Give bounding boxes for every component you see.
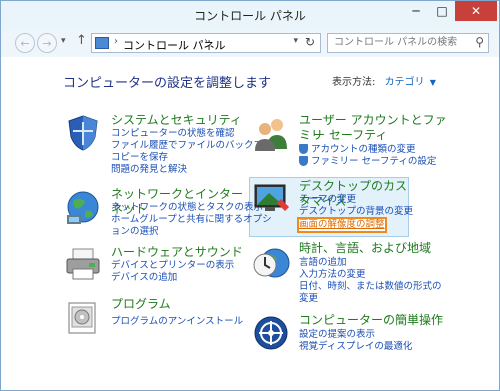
link-check-status[interactable]: コンピューターの状態を確認 (111, 128, 235, 140)
view-by-dropdown[interactable]: カテゴリ (385, 77, 425, 88)
shield-icon (68, 115, 98, 151)
uac-shield-icon (299, 156, 308, 166)
link-optimize-visual-display[interactable]: 視覚ディスプレイの最適化 (299, 341, 412, 353)
link-adjust-screen-resolution[interactable]: 画面の解像度の調整 (297, 217, 387, 233)
main-content: コンピューターの設定を調整します 表示方法: カテゴリ ▼ システムとセキュリテ… (1, 57, 499, 390)
link-change-date-time-format[interactable]: 日付、時刻、または数値の形式の (299, 281, 442, 293)
category-ease-of-access: コンピューターの簡単操作 設定の提案の表示 視覚ディスプレイの最適化 (251, 313, 451, 358)
up-button[interactable]: ↑ (76, 33, 87, 48)
recent-locations-icon[interactable]: ▾ (61, 36, 66, 46)
close-button[interactable]: ✕ (455, 1, 497, 21)
category-title[interactable]: プログラム (111, 297, 171, 312)
control-panel-window: コントロール パネル ─ □ ✕ ← → ▾ ↑ › コントロール パネル › … (0, 0, 500, 391)
forward-button[interactable]: → (37, 33, 57, 53)
link-suggested-settings[interactable]: 設定の提案の表示 (299, 329, 375, 341)
category-title[interactable]: 時計、言語、および地域 (299, 241, 431, 256)
network-globe-icon (67, 191, 99, 224)
link-uninstall-program[interactable]: プログラムのアンインストール (111, 316, 243, 328)
category-hardware-sound: ハードウェアとサウンド デバイスとプリンターの表示 デバイスの追加 (63, 245, 253, 290)
address-bar[interactable]: › コントロール パネル › ▾ ↻ (91, 33, 321, 53)
ease-of-access-icon (254, 316, 288, 350)
category-user-accounts: ユーザー アカウントとファミリ ー セーフティ アカウントの種類の変更 ファミリ… (251, 113, 451, 173)
link-troubleshoot[interactable]: 問題の発見と解決 (111, 164, 187, 176)
link-change-input-method[interactable]: 入力方法の変更 (299, 269, 366, 281)
minimize-button[interactable]: ─ (403, 1, 429, 21)
address-dropdown-icon[interactable]: ▾ (293, 36, 298, 46)
category-system-security: システムとセキュリティ コンピューターの状態を確認 ファイル履歴でファイルのバッ… (63, 113, 282, 188)
navigation-bar: ← → ▾ ↑ › コントロール パネル › ▾ ↻ ⚲ (1, 31, 499, 57)
link-homegroup-sharing[interactable]: ホームグループと共有に関するオプシ (111, 214, 272, 226)
link-add-device[interactable]: デバイスの追加 (111, 272, 177, 284)
uac-shield-icon (299, 144, 308, 154)
link-file-history-backup-cont[interactable]: コピーを保存 (111, 152, 168, 164)
page-title: コンピューターの設定を調整します (63, 76, 272, 91)
users-icon (255, 119, 287, 151)
category-programs: プログラム プログラムのアンインストール (63, 297, 253, 337)
search-icon[interactable]: ⚲ (475, 35, 484, 49)
view-by: 表示方法: カテゴリ ▼ (332, 73, 436, 88)
link-change-theme[interactable]: テーマの変更 (299, 194, 356, 206)
chevron-right-icon[interactable]: › (204, 36, 208, 47)
category-title[interactable]: システムとセキュリティ (111, 113, 242, 128)
category-title-cont[interactable]: ー セーフティ (313, 128, 387, 143)
back-button[interactable]: ← (15, 33, 35, 53)
link-change-account-type[interactable]: アカウントの種類の変更 (311, 144, 416, 156)
monitor-icon (254, 184, 289, 211)
view-by-label: 表示方法: (332, 77, 376, 88)
link-change-desktop-background[interactable]: デスクトップの背景の変更 (299, 206, 413, 218)
category-title[interactable]: ハードウェアとサウンド (111, 245, 243, 260)
chevron-down-icon[interactable]: ▼ (430, 78, 436, 87)
category-network-internet: ネットワークとインターネット ネットワークの状態とタスクの表示 ホームグループと… (63, 187, 272, 247)
link-network-status[interactable]: ネットワークの状態とタスクの表示 (111, 202, 263, 214)
maximize-button[interactable]: □ (429, 1, 455, 21)
search-box[interactable]: ⚲ (327, 33, 489, 53)
control-panel-icon (95, 37, 109, 49)
link-devices-printers[interactable]: デバイスとプリンターの表示 (111, 260, 234, 272)
link-change-date-time-format-cont[interactable]: 変更 (299, 293, 318, 305)
clock-globe-icon (253, 248, 290, 278)
category-title[interactable]: コンピューターの簡単操作 (299, 313, 443, 328)
chevron-right-icon[interactable]: › (114, 36, 118, 47)
search-input[interactable] (332, 36, 466, 49)
programs-icon (68, 302, 96, 334)
link-homegroup-sharing-cont[interactable]: ョンの選択 (111, 226, 159, 238)
link-add-language[interactable]: 言語の追加 (299, 257, 347, 269)
category-clock-language-region: 時計、言語、および地域 言語の追加 入力方法の変更 日付、時刻、または数値の形式… (251, 241, 451, 306)
refresh-icon[interactable]: ↻ (305, 35, 315, 49)
breadcrumb-control-panel[interactable]: コントロール パネル (123, 37, 226, 53)
title-bar: コントロール パネル ─ □ ✕ (1, 1, 499, 31)
printer-icon (66, 248, 100, 280)
link-family-safety[interactable]: ファミリー セーフティの設定 (311, 156, 436, 168)
category-desktop-customization: デスクトップのカスタマイズ テーマの変更 デスクトップの背景の変更 画面の解像度… (251, 179, 413, 239)
